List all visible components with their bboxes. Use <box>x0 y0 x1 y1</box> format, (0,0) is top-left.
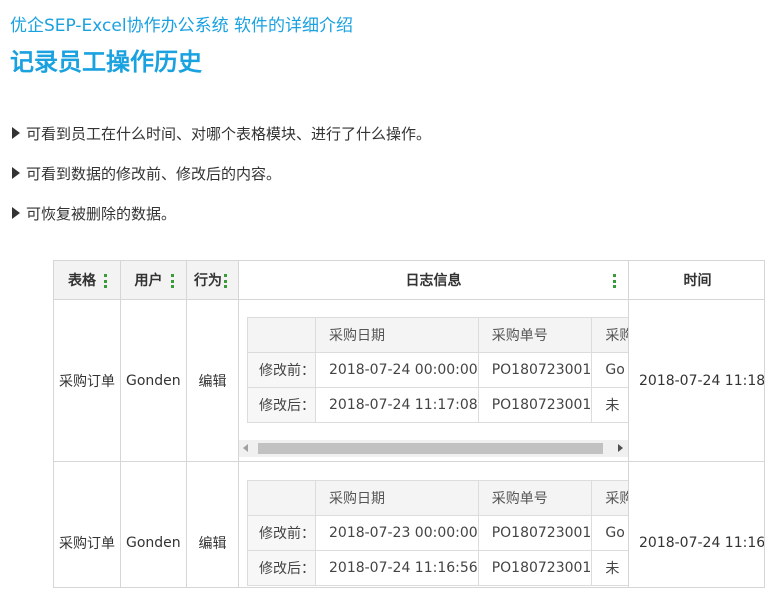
bullet-triangle-icon <box>12 207 20 219</box>
bullet-triangle-icon <box>12 167 20 179</box>
log-row-label: 修改前： <box>247 352 316 388</box>
log-detail-table: 采购日期 采购单号 采购 修改前： 2018-07-24 00:00:00 PO… <box>247 317 628 425</box>
log-row: 修改后： 2018-07-24 11:16:56 PO180723001 未 <box>247 550 628 586</box>
log-row-label: 修改前： <box>247 515 316 551</box>
cell-action[interactable]: 编辑 <box>187 462 239 587</box>
scroll-left-arrow-icon[interactable] <box>243 444 248 452</box>
log-cell: 未 <box>591 387 628 423</box>
cell-action[interactable]: 编辑 <box>187 300 239 462</box>
log-cell: 2018-07-23 00:00:00 <box>315 515 479 551</box>
log-row: 修改后： 2018-07-24 11:17:08 PO180723001 未 <box>247 387 628 423</box>
log-row: 修改前： 2018-07-24 00:00:00 PO180723001 Go <box>247 352 628 388</box>
page-title: 记录员工操作历史 <box>10 48 202 76</box>
scrollbar-thumb[interactable] <box>258 443 603 454</box>
column-header-label: 日志信息 <box>405 273 462 289</box>
log-row-label: 修改后： <box>247 387 316 423</box>
feature-item: 可看到员工在什么时间、对哪个表格模块、进行了什么操作。 <box>12 113 431 153</box>
log-cell: PO180723001 <box>477 515 593 551</box>
cell-user[interactable]: Gonden <box>121 462 187 587</box>
log-header-cell: 采购日期 <box>315 317 479 353</box>
log-row: 修改前： 2018-07-23 00:00:00 PO180723001 Go <box>247 515 628 551</box>
feature-item: 可看到数据的修改前、修改后的内容。 <box>12 153 431 193</box>
feature-text: 可恢复被删除的数据。 <box>26 204 177 223</box>
horizontal-scrollbar[interactable] <box>239 440 628 457</box>
log-header-cell: 采购 <box>591 317 628 353</box>
column-menu-icon[interactable] <box>104 274 107 288</box>
cell-table[interactable]: 采购订单 <box>54 462 121 587</box>
log-header-cell: 采购日期 <box>315 480 479 516</box>
log-header-row: 采购日期 采购单号 采购 <box>247 317 628 353</box>
cell-time[interactable]: 2018-07-24 11:16 <box>629 462 764 587</box>
column-header-action[interactable]: 行为 <box>187 261 239 300</box>
log-header-cell <box>247 480 316 516</box>
log-header-row: 采购日期 采购单号 采购 <box>247 480 628 516</box>
column-header-table[interactable]: 表格 <box>54 261 121 300</box>
cell-table[interactable]: 采购订单 <box>54 300 121 462</box>
log-cell: 2018-07-24 00:00:00 <box>315 352 479 388</box>
log-header-cell: 采购单号 <box>477 317 593 353</box>
column-header-user[interactable]: 用户 <box>121 261 187 300</box>
log-cell: PO180723001 <box>477 352 593 388</box>
column-header-label: 表格 <box>68 273 96 289</box>
column-menu-icon[interactable] <box>171 274 174 288</box>
subtitle: 优企SEP-Excel协作办公系统 软件的详细介绍 <box>10 16 353 36</box>
bullet-triangle-icon <box>12 127 20 139</box>
log-cell: Go <box>591 352 628 388</box>
log-row-label: 修改后： <box>247 550 316 586</box>
operation-log-grid: 表格 用户 行为 日志信息 时间 采购订单 Gonden 编辑 2018-07-… <box>53 260 765 588</box>
column-header-time[interactable]: 时间 <box>629 261 764 300</box>
feature-text: 可看到员工在什么时间、对哪个表格模块、进行了什么操作。 <box>26 124 432 143</box>
column-header-label: 用户 <box>134 273 163 289</box>
cell-time[interactable]: 2018-07-24 11:18 <box>629 300 764 462</box>
column-menu-icon[interactable] <box>613 274 616 288</box>
scroll-right-arrow-icon[interactable] <box>618 444 623 452</box>
cell-user[interactable]: Gonden <box>121 300 187 462</box>
log-cell: 未 <box>591 550 628 586</box>
log-cell: 2018-07-24 11:16:56 <box>315 550 479 586</box>
log-cell: PO180723001 <box>477 387 593 423</box>
column-header-log[interactable]: 日志信息 <box>239 261 629 300</box>
column-header-label: 时间 <box>683 273 712 289</box>
log-cell: Go <box>591 515 628 551</box>
log-header-cell <box>247 317 316 353</box>
log-detail-table: 采购日期 采购单号 采购 修改前： 2018-07-23 00:00:00 PO… <box>247 480 628 587</box>
log-header-cell: 采购 <box>591 480 628 516</box>
feature-text: 可看到数据的修改前、修改后的内容。 <box>26 164 282 183</box>
feature-item: 可恢复被删除的数据。 <box>12 193 431 233</box>
feature-list: 可看到员工在什么时间、对哪个表格模块、进行了什么操作。 可看到数据的修改前、修改… <box>12 113 431 233</box>
column-menu-icon[interactable] <box>224 274 227 288</box>
log-cell: 2018-07-24 11:17:08 <box>315 387 479 423</box>
column-header-label: 行为 <box>194 273 222 289</box>
log-header-cell: 采购单号 <box>477 480 593 516</box>
log-cell: PO180723001 <box>477 550 593 586</box>
